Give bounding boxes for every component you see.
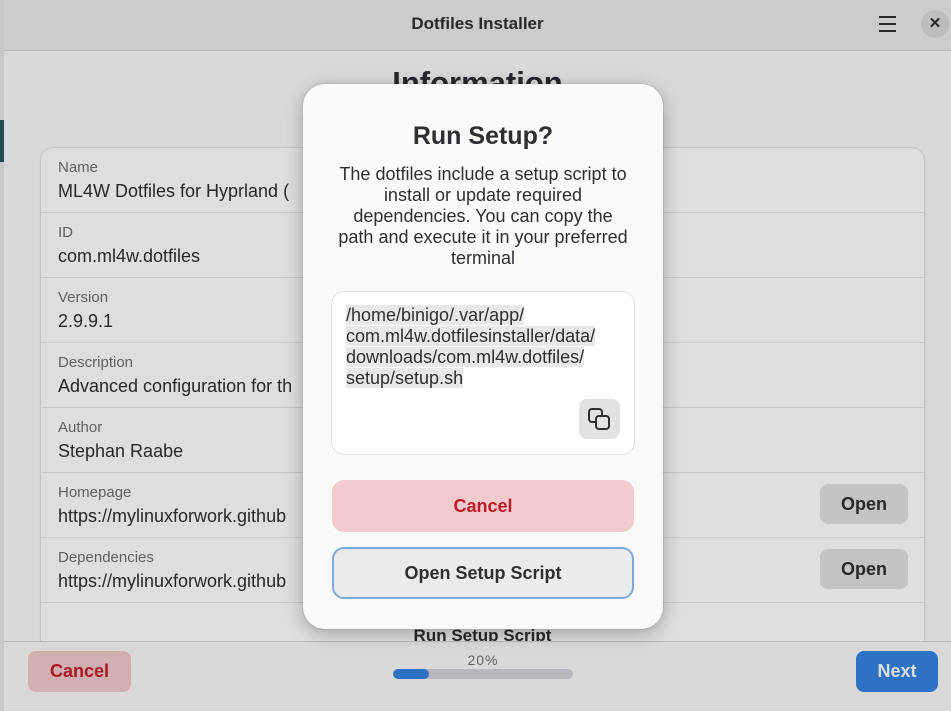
dialog-cancel-button[interactable]: Cancel: [332, 480, 634, 532]
run-setup-dialog: Run Setup? The dotfiles include a setup …: [303, 84, 663, 629]
path-line: setup/setup.sh: [346, 368, 464, 388]
open-setup-script-button[interactable]: Open Setup Script: [332, 547, 634, 599]
path-line: /home/binigo/.var/app/: [346, 305, 525, 325]
dialog-title: Run Setup?: [412, 122, 554, 150]
copy-path-button[interactable]: [579, 399, 620, 439]
copy-icon: [588, 408, 610, 430]
dialog-body: The dotfiles include a setup script to i…: [338, 164, 628, 268]
setup-path-text[interactable]: /home/binigo/.var/app/ com.ml4w.dotfiles…: [346, 305, 620, 389]
setup-path-box: /home/binigo/.var/app/ com.ml4w.dotfiles…: [332, 292, 634, 454]
path-line: com.ml4w.dotfilesinstaller/data/: [346, 326, 596, 346]
path-line: downloads/com.ml4w.dotfiles/: [346, 347, 585, 367]
